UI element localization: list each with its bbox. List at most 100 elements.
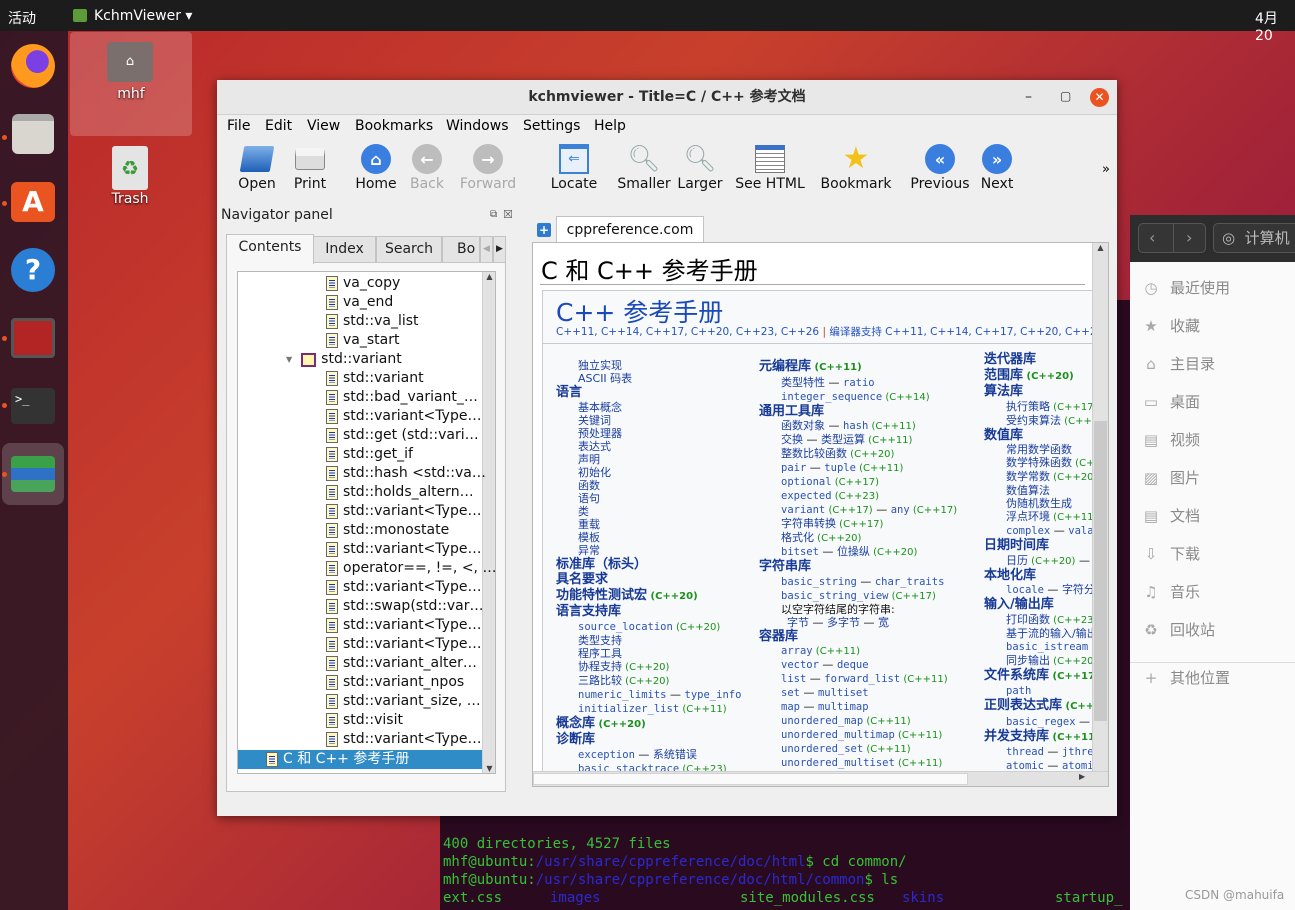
link-text[interactable]: 执行策略 <box>1006 400 1050 413</box>
link-text[interactable]: complex <box>1006 525 1050 537</box>
link-text[interactable]: thread <box>1006 746 1044 758</box>
tree-item[interactable]: std::variant <box>326 369 424 388</box>
link-text[interactable]: 函数 <box>578 479 600 492</box>
link-text[interactable]: 整数比较函数 <box>781 447 847 460</box>
link-text[interactable]: 日期时间库 <box>984 538 1049 553</box>
tree-item[interactable]: std::variant<Type… <box>326 730 481 749</box>
toolbar-next-button[interactable]: » Next <box>974 142 1020 192</box>
link-text[interactable]: 类 <box>578 505 589 518</box>
link-text[interactable]: 语言支持库 <box>556 604 621 619</box>
tree-item[interactable]: std::variant<Type… <box>326 407 481 426</box>
link-text[interactable]: 表达式 <box>578 440 611 453</box>
menu-edit[interactable]: Edit <box>265 118 292 134</box>
tree-item[interactable]: std::variant<Type… <box>326 540 481 559</box>
toolbar-larger-button[interactable]: 🔍︎ Larger <box>671 142 729 192</box>
link-text[interactable]: 系统错误 <box>653 748 697 761</box>
portal-link[interactable]: locale — 字符分类 <box>984 583 1108 597</box>
link-text[interactable]: locale <box>1006 584 1044 596</box>
link-text[interactable]: deque <box>837 659 869 671</box>
tree-item[interactable]: std::variant<Type… <box>326 578 481 597</box>
tree-item[interactable]: std::variant<Type… <box>326 616 481 635</box>
tab-scroll-left[interactable]: ◀ <box>480 236 493 263</box>
dock-software[interactable]: A <box>8 177 58 227</box>
tree-item[interactable]: std::variant_alter… <box>326 654 477 673</box>
portal-link[interactable]: complex — valarray <box>984 524 1108 538</box>
tab-bookmarks[interactable]: Bo <box>442 236 480 263</box>
portal-link[interactable]: pair — tuple (C++11) <box>759 461 969 475</box>
section-heading-link[interactable]: 语言 <box>556 385 741 401</box>
portal-link[interactable]: 预处理器 <box>556 427 741 440</box>
link-text[interactable]: 重载 <box>578 518 600 531</box>
link-text[interactable]: 格式化 <box>781 531 814 544</box>
activities-button[interactable]: 活动 <box>8 8 36 28</box>
portal-link[interactable]: 关键词 <box>556 414 741 427</box>
link-text[interactable]: 类型支持 <box>578 634 622 647</box>
close-panel-button[interactable]: ☒ <box>503 208 513 221</box>
link-text[interactable]: ratio <box>843 377 875 389</box>
link-text[interactable]: 数值算法 <box>1006 484 1050 497</box>
portal-link[interactable]: 声明 <box>556 453 741 466</box>
portal-link[interactable]: 字节 — 多字节 — 宽 <box>759 616 969 629</box>
link-text[interactable]: expected <box>781 490 832 502</box>
toolbar-previous-button[interactable]: «Previous <box>900 142 980 192</box>
link-text[interactable]: numeric_limits <box>578 689 667 701</box>
portal-link[interactable]: 受约束算法 (C++20) <box>984 414 1108 428</box>
link-text[interactable]: 文件系统库 <box>984 668 1049 683</box>
portal-link[interactable]: 独立实现 <box>556 359 741 372</box>
section-heading-link[interactable]: 算法库 <box>984 384 1108 400</box>
link-text[interactable]: 迭代器库 <box>984 352 1036 367</box>
link-text[interactable]: tuple <box>824 462 856 474</box>
link-text[interactable]: 概念库 <box>556 716 595 731</box>
link-text[interactable]: list <box>781 673 806 685</box>
portal-link[interactable]: 以空字符结尾的字符串: <box>759 603 969 616</box>
tree-item[interactable]: va_end <box>326 293 393 312</box>
portal-link[interactable]: 异常 <box>556 544 741 557</box>
dock-files[interactable] <box>8 109 58 159</box>
link-text[interactable]: 诊断库 <box>556 732 595 747</box>
tree-item[interactable]: std::monostate <box>326 521 449 540</box>
tree-item[interactable]: std::swap(std::var… <box>326 597 484 616</box>
desktop-home-folder[interactable]: ⌂ mhf <box>70 32 192 136</box>
sidebar-item-2[interactable]: ⌂ 主目录 <box>1142 353 1215 374</box>
portal-link[interactable]: 打印函数 (C++23) <box>984 613 1108 627</box>
sidebar-item-6[interactable]: ▤ 文档 <box>1142 505 1200 526</box>
portal-link[interactable]: 程序工具 <box>556 647 741 660</box>
section-heading-link[interactable]: 容器库 <box>759 629 969 645</box>
sidebar-item-other-locations[interactable]: + 其他位置 <box>1142 667 1230 688</box>
portal-link[interactable]: 交换 — 类型运算 (C++11) <box>759 433 969 447</box>
tree-item[interactable]: va_start <box>326 331 399 350</box>
link-text[interactable]: integer_sequence <box>781 391 882 403</box>
link-text[interactable]: any <box>891 504 910 516</box>
link-text[interactable]: ASCII 码表 <box>578 372 632 385</box>
link-text[interactable]: 数学常数 <box>1006 470 1050 483</box>
portal-link[interactable]: 类型特性 — ratio <box>759 376 969 390</box>
link-text[interactable]: 功能特性测试宏 <box>556 588 647 603</box>
sidebar-item-1[interactable]: ★ 收藏 <box>1142 315 1200 336</box>
link-text[interactable]: 独立实现 <box>578 359 622 372</box>
back-button[interactable]: ‹ <box>1149 228 1155 247</box>
tree-item[interactable]: ▼ std::variant <box>286 350 402 369</box>
content-horizontal-scrollbar[interactable]: ▶ <box>533 771 1108 786</box>
portal-link[interactable]: 表达式 <box>556 440 741 453</box>
location-button[interactable]: ◎ 计算机 <box>1213 223 1295 253</box>
link-text[interactable]: 同步输出 <box>1006 654 1050 667</box>
link-text[interactable]: basic_string_view <box>781 590 888 602</box>
float-panel-button[interactable]: ⧉ <box>490 209 497 220</box>
portal-link[interactable]: path <box>984 684 1108 698</box>
toolbar-smaller-button[interactable]: 🔍︎ Smaller <box>609 142 679 192</box>
link-text[interactable]: 基于流的输入/输出 <box>1006 627 1098 640</box>
portal-link[interactable]: 模板 <box>556 531 741 544</box>
link-text[interactable]: path <box>1006 685 1031 697</box>
portal-link[interactable]: 三路比较 (C++20) <box>556 674 741 688</box>
portal-link[interactable]: 伪随机数生成 <box>984 497 1108 510</box>
link-text[interactable]: basic_regex <box>1006 716 1076 728</box>
link-text[interactable]: 预处理器 <box>578 427 622 440</box>
portal-link[interactable]: 函数对象 — hash (C++11) <box>759 419 969 433</box>
link-text[interactable]: 并发支持库 <box>984 729 1049 744</box>
tree-item[interactable]: C 和 C++ 参考手册 <box>238 750 482 769</box>
portal-link[interactable]: unordered_multimap (C++11) <box>759 728 969 742</box>
toolbar-see-html-button[interactable]: See HTML <box>726 142 814 192</box>
link-text[interactable]: 类型运算 <box>821 433 865 446</box>
portal-link[interactable]: exception — 系统错误 <box>556 748 741 762</box>
dock-firefox[interactable] <box>8 41 58 91</box>
